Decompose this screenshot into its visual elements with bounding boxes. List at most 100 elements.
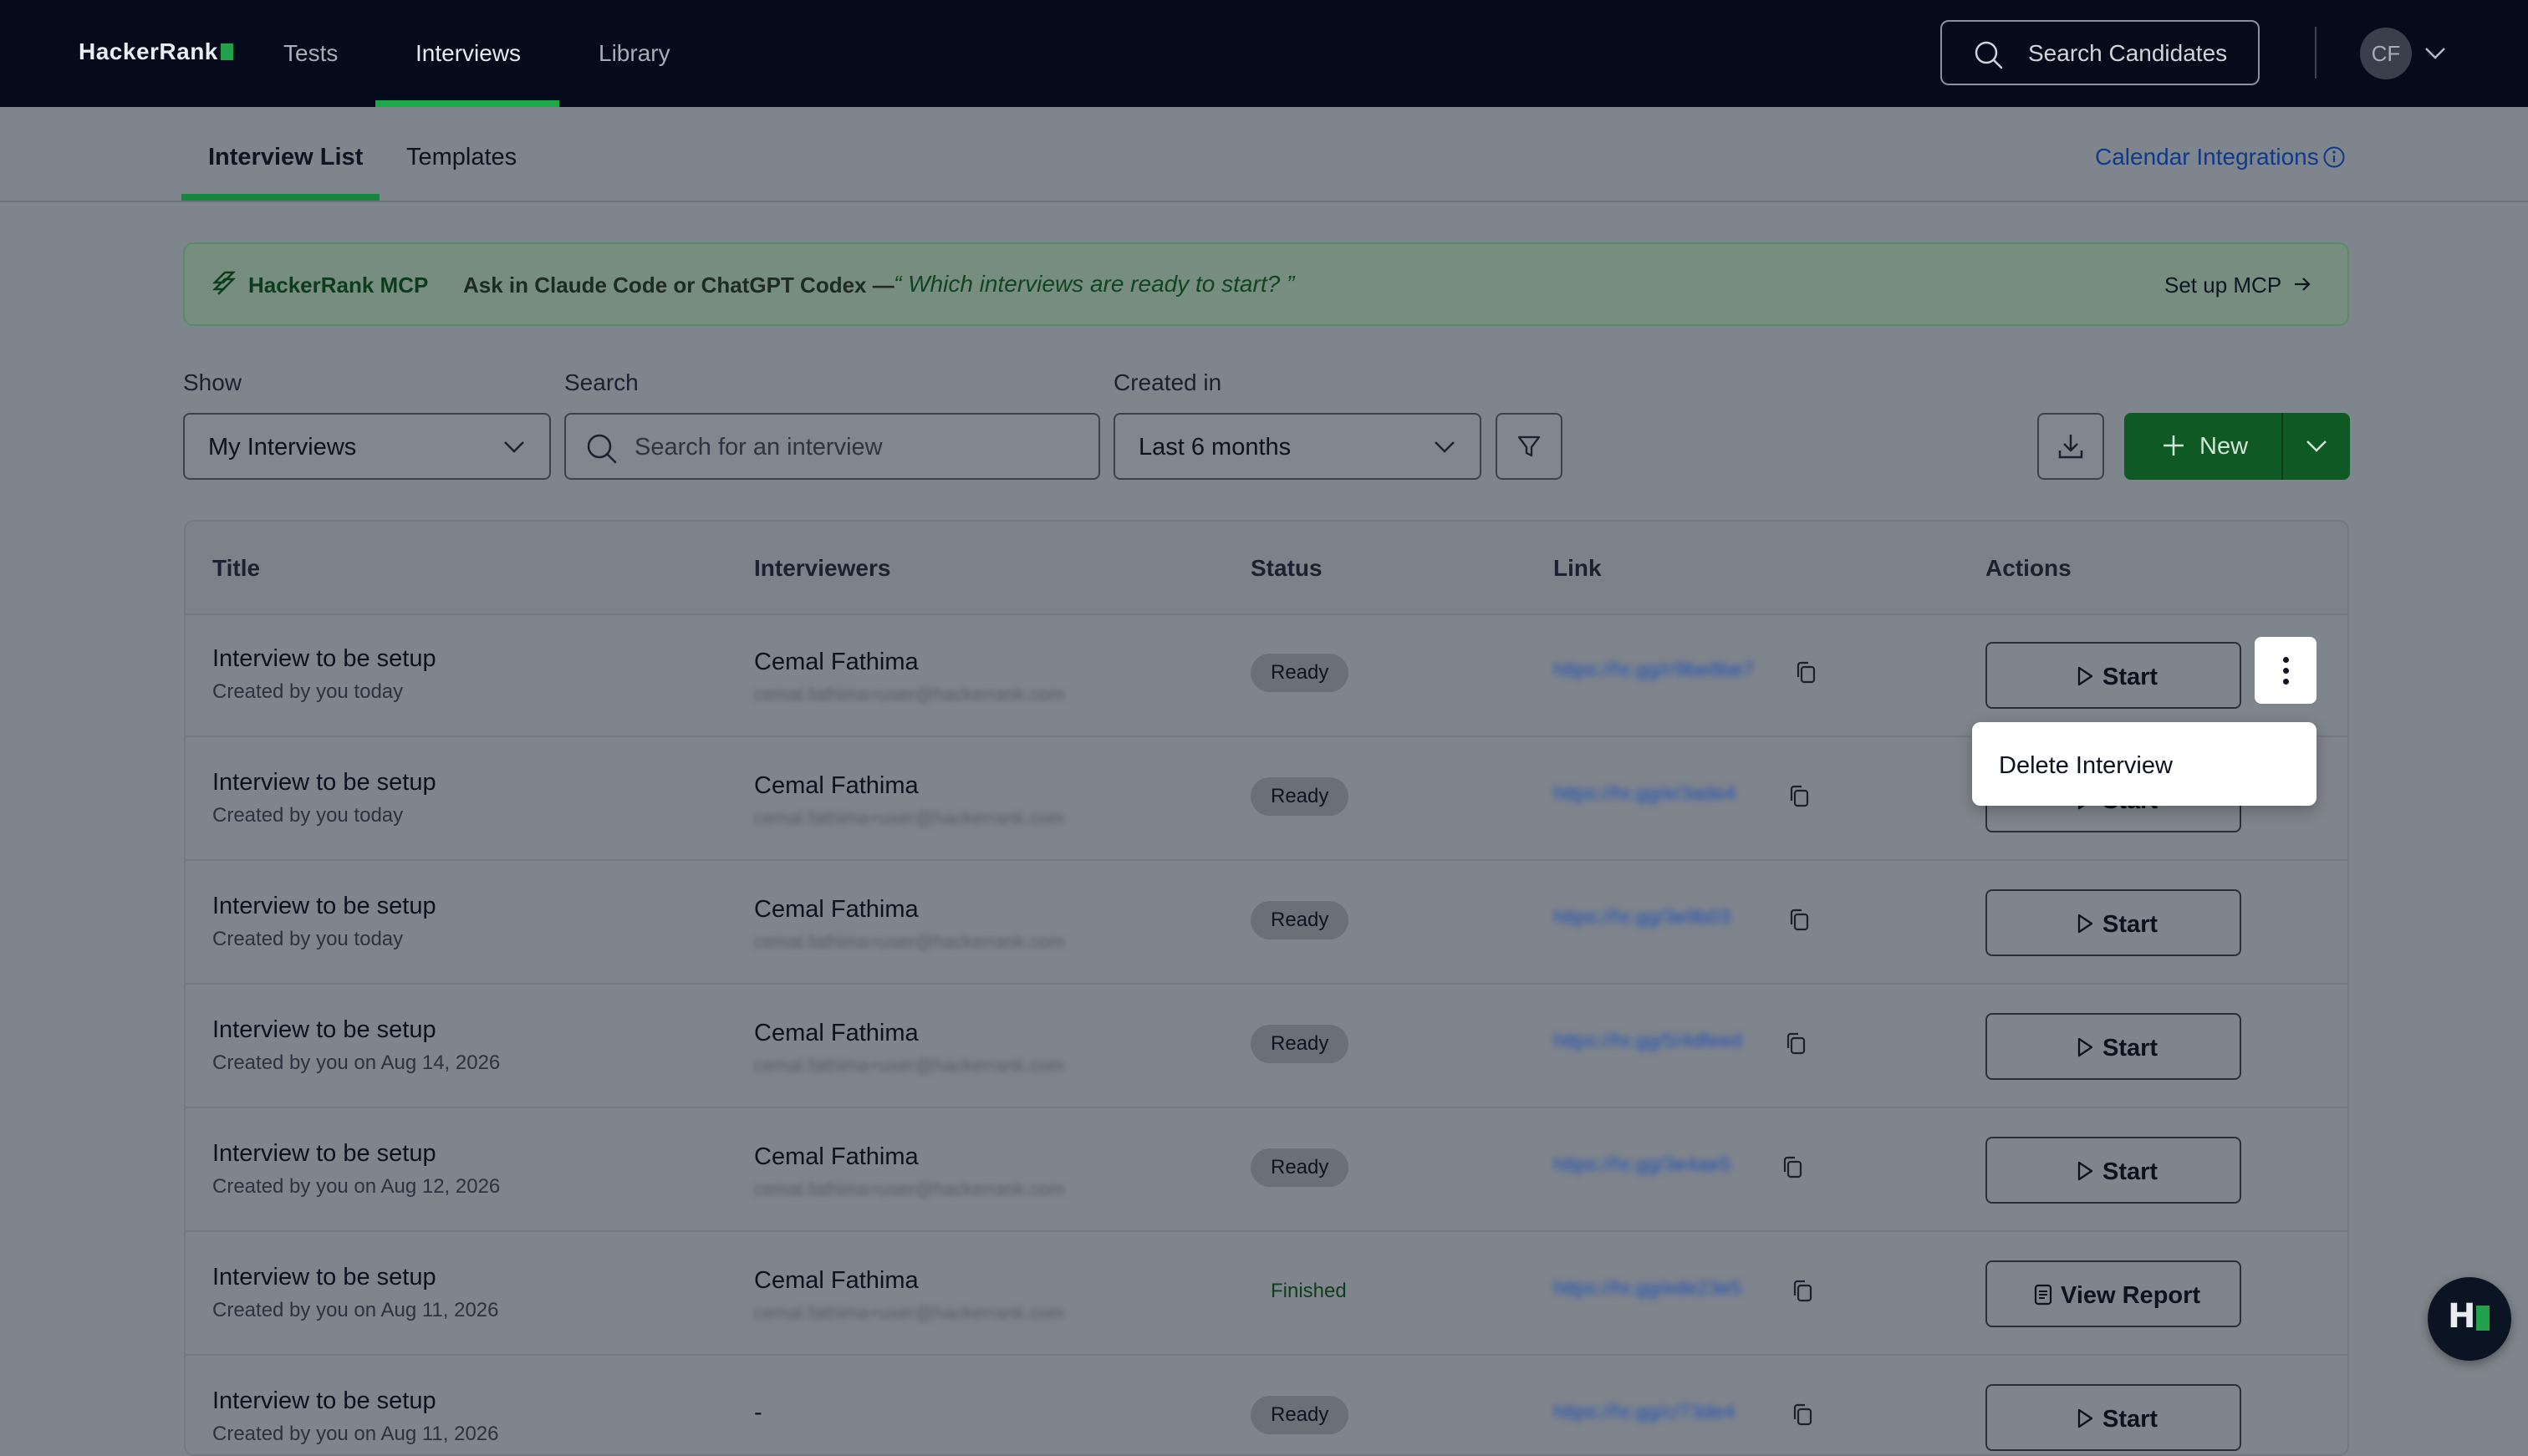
mcp-banner: HackerRank MCP Ask in Claude Code or Cha… [183,242,2349,326]
start-button[interactable]: Start [1985,1384,2241,1451]
status-badge: Ready [1251,1396,1349,1434]
chevron-down-icon [1433,436,1456,465]
interview-created: Created by you on Aug 14, 2026 [212,1051,501,1074]
plus-icon [2161,433,2186,465]
table-row[interactable]: Interview to be setup Created by you on … [186,1108,2347,1232]
search-candidates-label: Search Candidates [2028,40,2228,66]
nav-item-library[interactable]: Library [599,40,670,67]
interviewer-email: cemal.fathima+user@hackerrank.com [754,684,1065,705]
interview-created: Created by you today [212,928,404,950]
copy-icon[interactable] [1787,908,1811,937]
interview-title[interactable]: Interview to be setup [212,1387,436,1415]
interview-link[interactable]: https://hr.gg/3e4ae5 [1553,1153,1730,1177]
interviewer-name: Cemal Fathima [754,772,919,799]
new-interview-label: New [2199,433,2249,460]
interview-link[interactable]: https://hr.gg/r/9be8be7 [1553,659,1754,682]
start-button[interactable]: Start [1985,642,2241,709]
copy-icon[interactable] [1791,1279,1814,1308]
row-actions-menu: Delete Interview [1972,722,2316,806]
interviewer-email: cemal.fathima+user@hackerrank.com [754,1179,1065,1199]
interview-link[interactable]: https://hr.gg/c/73de4 [1553,1401,1735,1424]
interview-link[interactable]: https://hr.gg/e/3ade4 [1553,782,1736,806]
interview-created: Created by you on Aug 12, 2026 [212,1175,501,1198]
mcp-brand: HackerRank MCP [248,272,429,298]
column-header-link: Link [1553,555,1602,581]
info-icon [2322,145,2346,175]
table-row[interactable]: Interview to be setup Created by you tod… [186,861,2347,985]
interviewer-name: Cemal Fathima [754,649,919,675]
hackerrank-logo[interactable]: HackerRank [79,38,233,65]
interview-title[interactable]: Interview to be setup [212,893,436,920]
interview-created: Created by you on Aug 11, 2026 [212,1423,499,1445]
search-icon [1974,40,2004,76]
play-icon [2076,665,2094,694]
help-logo-icon: H [2448,1297,2476,1336]
show-select[interactable]: My Interviews [183,413,551,480]
avatar[interactable]: CF [2360,28,2412,79]
delete-interview-menu-item[interactable]: Delete Interview [1999,752,2173,780]
copy-icon[interactable] [1794,660,1817,690]
calendar-integrations-label: Calendar Integrations [2095,144,2319,170]
interview-title[interactable]: Interview to be setup [212,1140,436,1168]
interviewer-email: cemal.fathima+user@hackerrank.com [754,1055,1065,1076]
nav-item-tests[interactable]: Tests [283,40,338,67]
play-icon [2076,913,2094,941]
help-chat-button[interactable]: H [2428,1277,2511,1361]
copy-icon[interactable] [1791,1403,1814,1432]
table-header: Title Interviewers Status Link Actions [186,522,2347,615]
new-options-dropdown[interactable] [2283,413,2350,480]
tab-interview-list[interactable]: Interview List [208,144,363,171]
table-row[interactable]: Interview to be setup Created by you on … [186,1356,2347,1454]
interview-title[interactable]: Interview to be setup [212,769,436,797]
search-input[interactable]: Search for an interview [564,413,1100,480]
interview-link[interactable]: https://hr.gg/ede23e5 [1553,1277,1742,1301]
start-button[interactable]: Start [1985,1013,2241,1080]
start-button[interactable]: Start [1985,1137,2241,1204]
table-row[interactable]: Interview to be setup Created by you on … [186,1232,2347,1356]
show-select-value: My Interviews [208,434,357,461]
play-icon [2076,1160,2094,1189]
column-header-status: Status [1251,555,1323,581]
chevron-down-icon [502,436,526,465]
download-button[interactable] [2037,413,2104,480]
calendar-integrations-link[interactable]: Calendar Integrations [2095,144,2345,171]
interview-title[interactable]: Interview to be setup [212,645,436,673]
created-in-value: Last 6 months [1139,434,1292,461]
filter-button[interactable] [1496,413,1562,480]
interview-link[interactable]: https://hr.gg/5/4dfeed [1553,1030,1742,1053]
mcp-ask-text: Ask in Claude Code or ChatGPT Codex — [463,272,894,298]
set-up-mcp-link[interactable]: Set up MCP [2164,272,2311,298]
view-report-button[interactable]: View Report [1985,1260,2241,1327]
sub-navigation: Interview List Templates Calendar Integr… [0,107,2528,202]
arrow-right-icon [2293,272,2311,298]
table-row[interactable]: Interview to be setup Created by you tod… [186,613,2347,737]
interviewer-name: Cemal Fathima [754,896,919,923]
interview-title[interactable]: Interview to be setup [212,1264,436,1291]
copy-icon[interactable] [1781,1155,1804,1184]
table-row[interactable]: Interview to be setup Created by you on … [186,985,2347,1108]
interview-link[interactable]: https://hr.gg/3e9b03 [1553,906,1730,929]
start-label: Start [2102,1158,2158,1185]
start-label: Start [2102,911,2158,938]
created-in-select[interactable]: Last 6 months [1114,413,1481,480]
status-badge: Finished [1271,1280,1347,1302]
copy-icon[interactable] [1787,784,1811,813]
mcp-icon [212,269,237,303]
status-badge: Ready [1251,1025,1349,1063]
play-icon [2076,1408,2094,1436]
more-actions-button[interactable] [2255,637,2316,704]
interview-title[interactable]: Interview to be setup [212,1016,436,1044]
start-button[interactable]: Start [1985,889,2241,956]
new-interview-button-group: New [2124,413,2350,480]
new-interview-button[interactable]: New [2124,413,2281,480]
dot [2283,657,2289,663]
chevron-down-icon[interactable] [2423,42,2448,69]
start-label: Start [2102,1406,2158,1433]
column-header-actions: Actions [1985,555,2072,581]
tab-templates[interactable]: Templates [406,144,517,171]
nav-item-interviews[interactable]: Interviews [415,40,521,67]
search-candidates-button[interactable]: Search Candidates [1940,20,2260,85]
copy-icon[interactable] [1784,1031,1807,1061]
top-navigation: HackerRank Tests Interviews Library Sear… [0,0,2528,107]
help-logo-mark [2476,1306,2490,1331]
